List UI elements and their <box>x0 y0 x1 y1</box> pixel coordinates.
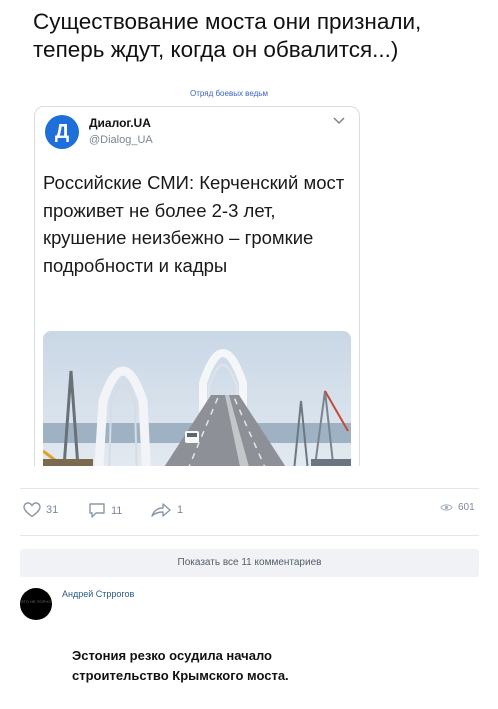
like-button[interactable]: 31 <box>23 502 58 518</box>
tweet-screenshot[interactable]: Д Диалог.UA @Dialog_UA Российские СМИ: К… <box>20 98 370 466</box>
show-all-comments-button[interactable]: Показать все 11 комментариев <box>20 549 479 577</box>
share-icon <box>151 503 171 517</box>
eye-icon <box>440 504 453 511</box>
comment-count: 11 <box>111 504 123 517</box>
views: 601 <box>440 502 475 513</box>
post-text: Существование моста они признали, теперь… <box>33 9 422 62</box>
share-button[interactable]: 1 <box>150 502 183 518</box>
share-count: 1 <box>177 504 184 516</box>
chevron-down-icon <box>333 117 345 125</box>
tweet-card: Д Диалог.UA @Dialog_UA Российские СМИ: К… <box>34 106 360 466</box>
comment-button[interactable]: 11 <box>88 502 122 519</box>
divider <box>20 535 479 536</box>
view-count: 601 <box>458 502 475 513</box>
account-handle: @Dialog_UA <box>89 134 153 146</box>
tweet-headline: Российские СМИ: Керченский мост проживет… <box>43 172 345 276</box>
comment-avatar[interactable]: ЭТО НЕ ПОРНО <box>20 588 52 620</box>
like-count: 31 <box>46 504 59 516</box>
comment-author[interactable]: Андрей Стррогов <box>62 589 134 599</box>
bridge-photo <box>43 331 351 466</box>
comment-text: Эстония резко осудила начало строительст… <box>72 648 289 683</box>
divider <box>20 488 479 489</box>
account-avatar: Д <box>45 115 79 149</box>
heart-icon <box>23 502 41 518</box>
comment-icon <box>89 503 105 518</box>
account-name: Диалог.UA <box>89 116 151 130</box>
watermark: Отряд боевых ведьм <box>190 89 268 98</box>
